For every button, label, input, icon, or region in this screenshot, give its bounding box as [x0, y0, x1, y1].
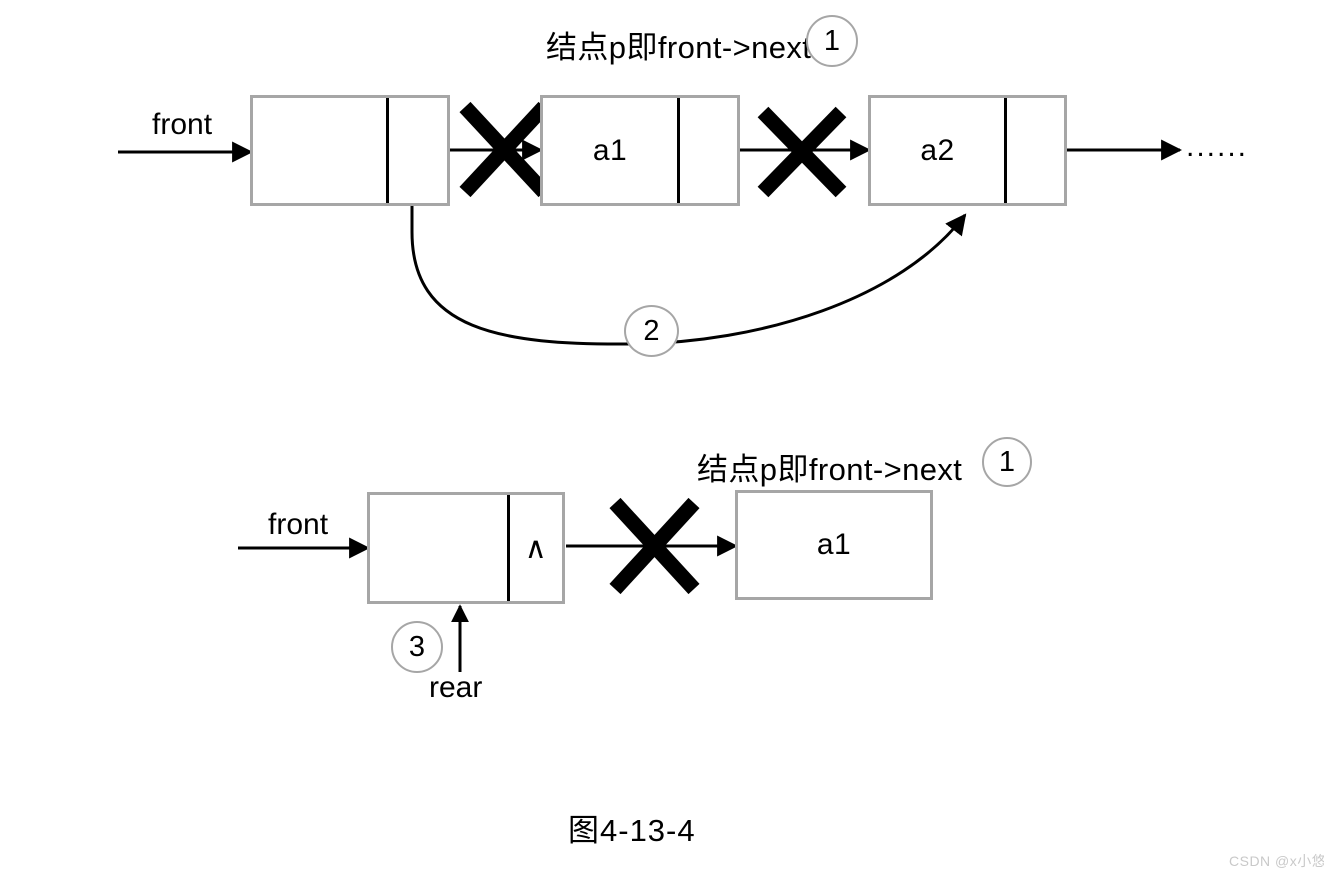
watermark: CSDN @x小悠: [1229, 853, 1324, 869]
row2-head-node: ∧: [367, 492, 565, 604]
row2-title-step-circle: 1: [982, 437, 1032, 487]
figure-caption: 图4-13-4: [568, 813, 696, 848]
row1-head-node-data: [253, 98, 386, 203]
row1-tail-ellipsis: ......: [1186, 130, 1249, 163]
row2-rear-label: rear: [429, 671, 483, 704]
row1-node-a2-data: a2: [920, 133, 955, 167]
row2-title: 结点p即front->next: [697, 452, 963, 487]
row1-node-a1: a1: [540, 95, 740, 206]
row2-node-a1-data: a1: [816, 528, 852, 561]
figure-canvas: 结点p即front->next 1 front a1 a2 ...... 2 结…: [0, 0, 1324, 874]
row1-head-node-pointer: [389, 98, 447, 203]
row1-node-a1-data: a1: [592, 133, 628, 167]
row2-head-node-null-pointer: ∧: [524, 531, 548, 565]
row2-rear-step-circle: 3: [391, 621, 443, 673]
row2-front-label: front: [268, 508, 329, 541]
row1-title-step-circle: 1: [806, 15, 858, 67]
row2-node-a1: a1: [735, 490, 933, 600]
row1-node-a2: a2: [868, 95, 1067, 206]
row1-front-label: front: [152, 108, 213, 141]
row2-head-node-data: [370, 495, 507, 601]
row1-node-a2-pointer: [1007, 98, 1064, 203]
row1-relink-step-circle: 2: [624, 305, 679, 357]
row1-title: 结点p即front->next: [546, 30, 812, 65]
row1-node-a1-pointer: [680, 98, 737, 203]
row1-cross-a1-to-a2: [757, 106, 847, 198]
row1-head-node: [250, 95, 450, 206]
